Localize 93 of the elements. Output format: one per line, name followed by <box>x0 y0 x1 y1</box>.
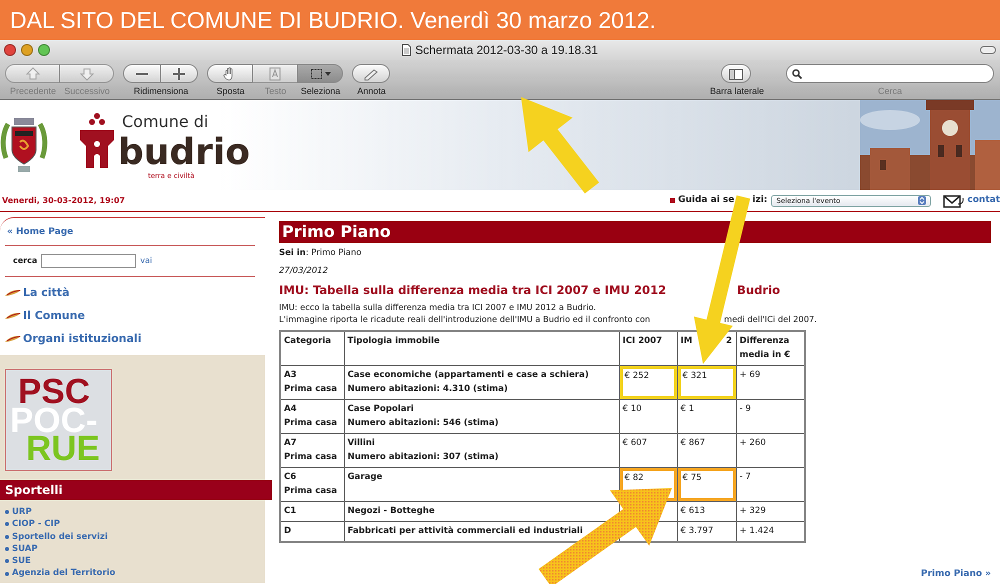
minus-icon <box>136 72 148 74</box>
desk-link[interactable]: SUE <box>12 555 31 568</box>
table-cell: € 321 <box>677 365 736 400</box>
table-cell: C6 Prima casa <box>280 467 344 502</box>
search-field[interactable] <box>786 64 994 83</box>
more-link[interactable]: Primo Piano » <box>920 568 991 581</box>
column-header: Tipologia immobile <box>348 336 440 346</box>
table-cell: A7 Prima casa <box>280 433 344 468</box>
toolbar-label: Seleziona <box>300 86 340 96</box>
column-header: IM <box>680 336 692 346</box>
feather-icon <box>5 289 21 297</box>
table-cell: € 1 <box>677 399 736 434</box>
search-field[interactable] <box>41 254 136 268</box>
paragraph-text: IMU: ecco la tabella sulla differenza media tra ICI 2007 e IMU 2012 a Budrio. <box>279 300 598 314</box>
field-label: Guida ai se <box>678 194 734 205</box>
contact-link[interactable]: contat <box>967 194 1000 208</box>
close-button[interactable] <box>4 44 16 56</box>
search-icon <box>792 68 802 78</box>
stepper-icon <box>918 196 926 205</box>
bullet-icon <box>5 522 9 526</box>
field-label: izi: <box>752 194 768 205</box>
paragraph-text: L'immagine riporta le ricadute reali dell'introduzione dell'IMU a Budrio ed il confronto con <box>279 314 650 324</box>
bullet-icon <box>5 534 9 539</box>
toolbar-label: Successivo <box>64 86 110 96</box>
bullet-icon <box>5 510 9 514</box>
window-title: Schermata 2012-03-30 a 19.18.31 <box>415 43 598 57</box>
table-cell: € 607 <box>619 433 677 468</box>
desk-link[interactable]: URP <box>12 506 32 518</box>
table-cell: Case economiche (appartamenti e case a schiera) Numero abitazioni: 4.310 (stima) <box>344 365 619 400</box>
date-text: Venerdi, 30-03-2012, 19:07 <box>2 194 125 206</box>
table-cell: Case Popolari Numero abitazioni: 546 (stima) <box>344 399 619 434</box>
document-icon <box>402 44 412 56</box>
table-cell: € 867 <box>677 433 736 468</box>
up-arrow-icon <box>24 66 40 82</box>
feather-icon <box>5 335 21 343</box>
table-cell: A3 Prima casa <box>280 365 344 400</box>
bullet-icon <box>5 547 9 552</box>
bullet-icon <box>670 198 676 203</box>
select-button[interactable] <box>297 64 343 83</box>
table-cell: € 10 <box>619 399 677 434</box>
mail-icon <box>943 194 966 208</box>
date-text: 27/03/2012 <box>279 264 329 278</box>
desk-link[interactable]: Agenzia del Territorio <box>12 567 116 580</box>
column-header: 2 <box>726 336 732 346</box>
zoom-out-button[interactable] <box>123 64 161 83</box>
article-title: IMU: Tabella sulla differenza media tra ICI 2007 e IMU 2012 <box>279 282 666 296</box>
column-header: Differenza media in € <box>740 336 790 360</box>
zoom-in-button[interactable] <box>160 64 198 83</box>
table-cell: C1 <box>280 501 344 522</box>
table-cell: € 75 <box>677 467 736 502</box>
table-cell: Villini Numero abitazioni: 307 (stima) <box>344 433 619 468</box>
desk-link[interactable]: CIOP - CIP <box>12 518 60 531</box>
feather-icon <box>5 312 21 320</box>
caret-icon <box>325 72 331 76</box>
toolbar-label: Barra laterale <box>710 86 764 96</box>
section-title: Primo Piano <box>279 221 991 243</box>
pan-button[interactable] <box>207 64 253 83</box>
bullet-icon <box>5 559 9 564</box>
minimize-button[interactable] <box>21 44 33 56</box>
bullet-icon <box>5 572 9 576</box>
toolbar-label: Testo <box>264 86 286 96</box>
article-title: Budrio <box>737 282 780 296</box>
toolbar-label: Cerca <box>878 86 902 96</box>
menu-link[interactable]: Il Comune <box>23 308 85 324</box>
menu-link[interactable]: La città <box>23 284 70 302</box>
sidebar-button[interactable] <box>721 64 752 83</box>
annotate-button[interactable] <box>352 64 390 83</box>
search-label: cerca <box>13 254 38 266</box>
table-cell: € 252 <box>619 365 677 400</box>
toolbar-label: Annota <box>357 86 386 96</box>
table-cell: € 613 <box>677 501 736 522</box>
toolbar-toggle-button[interactable] <box>980 46 996 54</box>
search-link[interactable]: vai <box>140 254 152 266</box>
column-header: Categoria <box>284 336 332 346</box>
table-cell: A4 Prima casa <box>280 399 344 434</box>
home-link[interactable]: « Home Page <box>5 226 255 240</box>
toolbar-label: Precedente <box>10 86 56 96</box>
toolbar-label: Ridimensiona <box>134 86 188 96</box>
banner-text: DAL SITO DEL COMUNE DI BUDRIO. Venerdì 30 marzo 2012. <box>10 6 656 34</box>
logo-text: Comune di <box>122 112 210 131</box>
paragraph-text: medi dell'ICi del 2007. <box>724 314 817 324</box>
plus-icon <box>171 66 187 82</box>
menu-link[interactable]: Organi istituzionali <box>23 330 142 348</box>
text-icon <box>267 66 283 82</box>
breadcrumb: Sei in: Primo Piano <box>279 247 362 260</box>
toolbar-label: Sposta <box>216 86 245 96</box>
desk-link[interactable]: Sportello dei servizi <box>12 530 108 543</box>
desk-link[interactable]: SUAP <box>12 542 38 556</box>
logo-text: budrio <box>118 135 250 171</box>
zoom-button[interactable] <box>38 44 50 56</box>
column-header: ICI 2007 <box>622 336 662 346</box>
section-heading: Sportelli <box>0 480 272 500</box>
down-arrow-icon <box>78 66 94 82</box>
